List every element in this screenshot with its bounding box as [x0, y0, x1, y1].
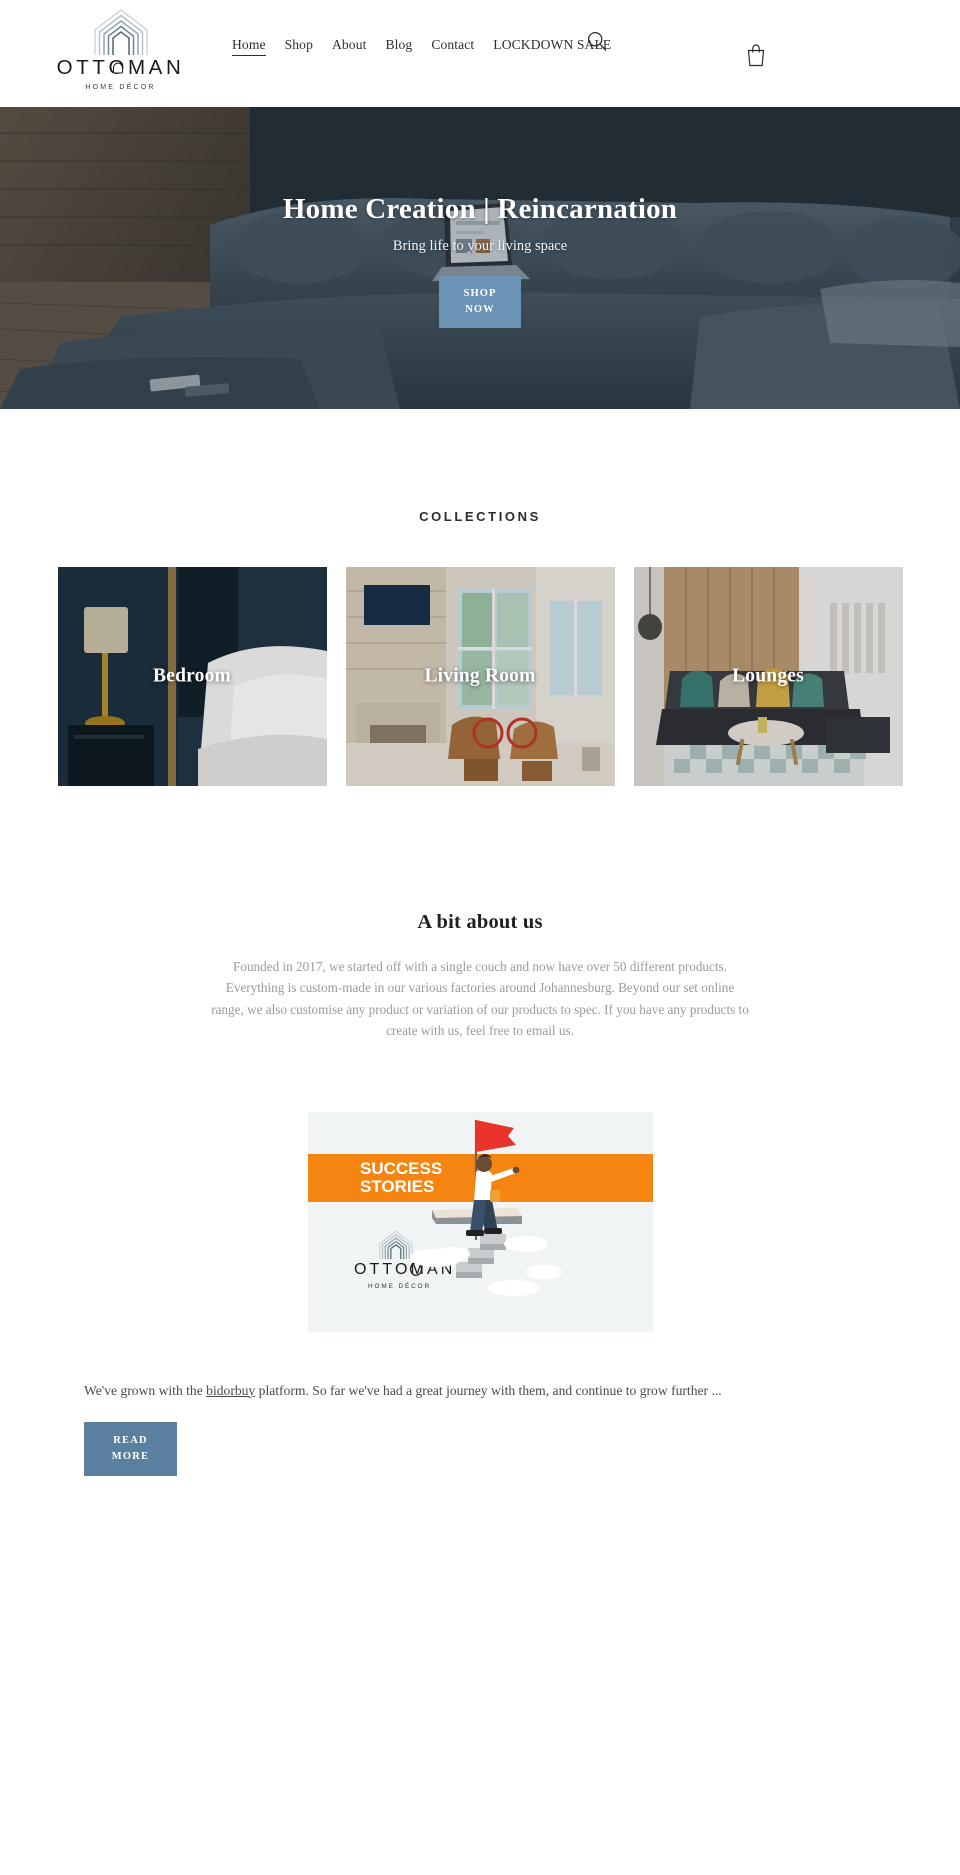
hero-subtitle: Bring life to your living space	[392, 238, 568, 255]
shop-now-label-line2: NOW	[465, 303, 495, 315]
collection-card-lounges[interactable]: Lounges	[633, 567, 903, 786]
shopping-bag-icon[interactable]	[746, 43, 766, 67]
success-story-text: We've grown with the bidorbuy platform. …	[80, 1379, 880, 1402]
hero-title: Home Creation | Reincarnation	[282, 193, 678, 225]
about-title: A bit about us	[417, 911, 543, 933]
read-more-label-line1: READ	[113, 1434, 148, 1446]
story-text-before: We've grown with the	[84, 1382, 207, 1398]
collection-card-bedroom[interactable]: Bedroom	[57, 567, 327, 786]
success-story-card: SUCCESS STORIES OTTOMAN HOME DÉCOR	[307, 1111, 653, 1332]
logo-tagline: HOME DÉCOR	[85, 83, 156, 91]
collection-label-bedroom: Bedroom	[153, 665, 231, 687]
svg-text:STORIES: STORIES	[360, 1177, 434, 1196]
collection-label-living-room: Living Room	[424, 665, 536, 687]
bidorbuy-link[interactable]: bidorbuy	[206, 1383, 255, 1398]
hero-content: Home Creation | Reincarnation Bring life…	[0, 193, 960, 328]
collection-label-lounges: Lounges	[732, 665, 804, 687]
read-more-label-line2: MORE	[111, 1450, 150, 1462]
success-story-section: SUCCESS STORIES OTTOMAN HOME DÉCOR We've…	[0, 1111, 960, 1477]
ottoman-arch-logo-icon	[89, 8, 153, 56]
nav-item-shop[interactable]: Shop	[285, 37, 313, 53]
svg-text:HOME DÉCOR: HOME DÉCOR	[368, 1281, 431, 1290]
shop-now-button[interactable]: SHOP NOW	[439, 276, 521, 328]
read-more-button[interactable]: READ MORE	[84, 1421, 177, 1477]
logo-wordmark: OTTOMAN	[56, 56, 185, 79]
shop-now-label-line1: SHOP	[463, 288, 497, 300]
about-body: Founded in 2017, we started off with a s…	[211, 959, 749, 1039]
collections-section: COLLECTIONS Bedroom Living Room Lounges	[0, 409, 960, 832]
collection-card-living-room[interactable]: Living Room	[345, 567, 615, 786]
about-section: A bit about us Founded in 2017, we start…	[0, 832, 960, 1042]
logo-o-glyph-icon: O	[108, 56, 128, 79]
collections-heading: COLLECTIONS	[419, 509, 541, 524]
nav-item-about[interactable]: About	[332, 37, 366, 53]
search-icon[interactable]	[586, 30, 608, 52]
success-story-image: SUCCESS STORIES OTTOMAN HOME DÉCOR	[307, 1111, 653, 1332]
nav-item-blog[interactable]: Blog	[385, 37, 412, 53]
nav-item-home[interactable]: Home	[232, 37, 266, 56]
site-header: OTTOMAN HOME DÉCOR Home Shop About Blog …	[0, 0, 960, 107]
main-navigation: Home Shop About Blog Contact LOCKDOWN SA…	[232, 37, 611, 56]
page-bottom-space	[0, 1476, 960, 1764]
read-more-row: READ MORE	[80, 1421, 880, 1477]
svg-text:SUCCESS: SUCCESS	[360, 1159, 442, 1178]
nav-item-contact[interactable]: Contact	[431, 37, 474, 53]
story-text-after: platform. So far we've had a great journ…	[255, 1382, 722, 1398]
collections-grid: Bedroom Living Room Lounges	[57, 567, 903, 786]
hero-banner: Home Creation | Reincarnation Bring life…	[0, 107, 960, 409]
site-logo[interactable]: OTTOMAN HOME DÉCOR	[57, 8, 184, 100]
